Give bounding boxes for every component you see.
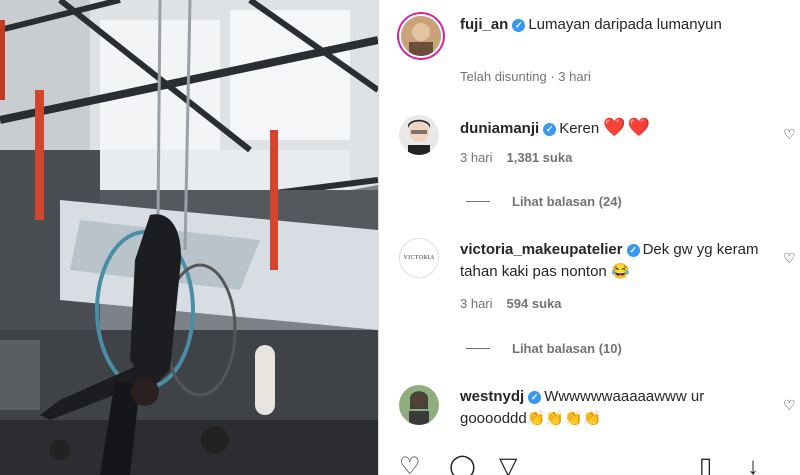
caption-avatar[interactable]: [401, 16, 441, 56]
replies-line: [466, 348, 490, 349]
aerial-hoop-photo: [0, 0, 378, 475]
caption-text: fuji_an ✓ Lumayan daripada lumanyun: [460, 14, 760, 36]
verified-icon: ✓: [626, 244, 640, 257]
comment-username[interactable]: victoria_makeupatelier: [460, 241, 623, 258]
verified-icon: ✓: [512, 19, 526, 32]
verified-icon: ✓: [528, 391, 542, 404]
comment-meta: 3 hari 1,381 suka: [460, 150, 572, 165]
red-hearts-emoji: ❤️❤️: [603, 117, 653, 137]
comment-icon[interactable]: ◯: [449, 455, 476, 475]
comment-avatar[interactable]: [399, 115, 439, 155]
comment-time: 3 hari: [460, 150, 493, 165]
user-avatar-image: [401, 16, 441, 56]
replies-line: [466, 201, 490, 202]
comment-avatar[interactable]: VICTORIA: [399, 238, 439, 278]
victoria-logo: VICTORIA: [400, 239, 438, 277]
caption-meta: Telah disunting · 3 hari: [460, 69, 591, 84]
comment-avatar[interactable]: [399, 385, 439, 425]
comment-meta: 3 hari 594 suka: [460, 296, 561, 311]
bookmark-icon[interactable]: ▯: [699, 455, 712, 475]
verified-icon: ✓: [543, 123, 557, 136]
comment-username[interactable]: duniamanji: [460, 120, 539, 137]
replies-label: Lihat balasan (24): [512, 194, 622, 209]
caption-body: Lumayan daripada lumanyun: [528, 16, 722, 33]
view-replies-button[interactable]: Lihat balasan (24): [466, 194, 622, 209]
heart-icon[interactable]: ♡: [783, 127, 797, 141]
post-photo[interactable]: [0, 0, 378, 475]
comment-body: Keren: [559, 120, 600, 137]
download-icon[interactable]: ↓: [747, 455, 759, 475]
caption-username[interactable]: fuji_an: [460, 16, 508, 33]
comment-time: 3 hari: [460, 296, 493, 311]
comment-likes[interactable]: 1,381 suka: [507, 150, 573, 165]
replies-label: Lihat balasan (10): [512, 341, 622, 356]
heart-icon[interactable]: ♡: [783, 398, 797, 412]
comment-text: westnydj ✓ Wwwwwwaaaaawww ur gooooddd👏👏👏👏: [460, 386, 760, 430]
comment-text: duniamanji ✓ Keren ❤️❤️: [460, 116, 760, 140]
heart-icon[interactable]: ♡: [783, 251, 797, 265]
view-replies-button[interactable]: Lihat balasan (10): [466, 341, 622, 356]
user-avatar-image: [399, 385, 439, 425]
comments-panel: fuji_an ✓ Lumayan daripada lumanyun Telah …: [379, 0, 800, 475]
comment-likes[interactable]: 594 suka: [507, 296, 562, 311]
post-viewer: fuji_an ✓ Lumayan daripada lumanyun Telah …: [0, 0, 800, 475]
heart-icon[interactable]: ♡: [399, 455, 421, 475]
action-bar: ♡ ◯ ▽ ▯ ↓: [399, 455, 779, 475]
user-avatar-image: [399, 115, 439, 155]
share-icon[interactable]: ▽: [499, 455, 517, 475]
comment-text: victoria_makeupatelier ✓ Dek gw yg keram t…: [460, 239, 760, 283]
comment-username[interactable]: westnydj: [460, 388, 524, 405]
